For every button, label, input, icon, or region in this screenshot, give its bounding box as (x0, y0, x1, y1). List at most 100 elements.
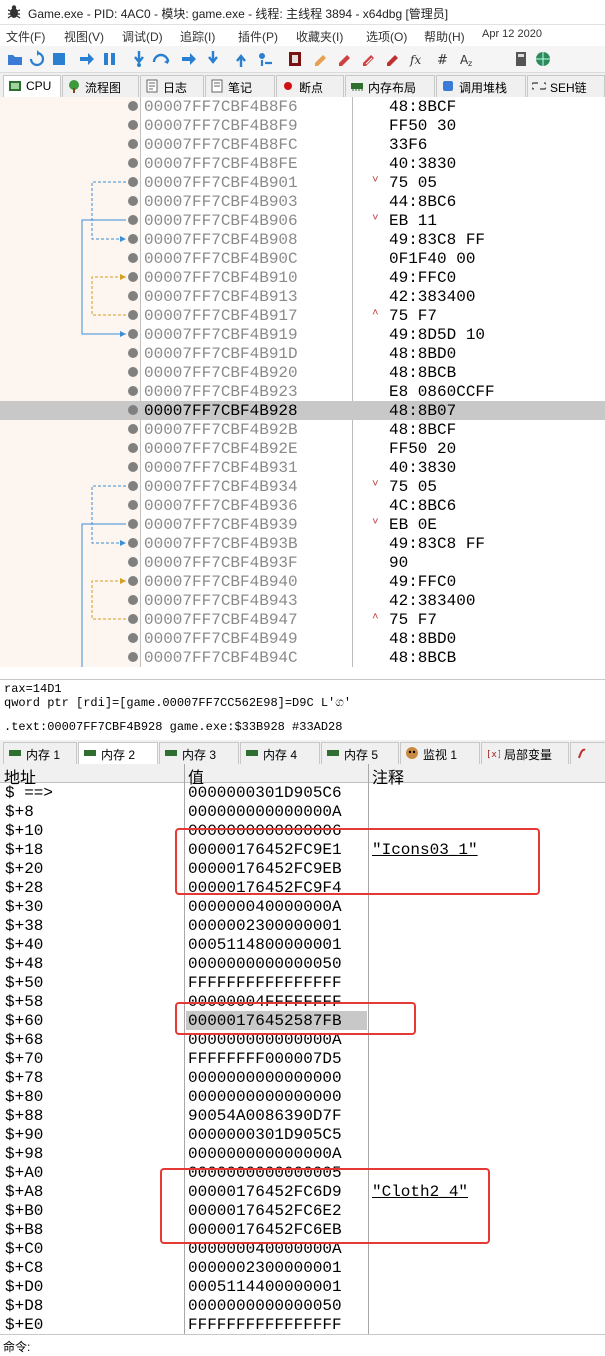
disasm-row[interactable]: 00007FF7CBF4B8F6 48:8BCF (0, 97, 605, 116)
tab-notes[interactable]: 笔记 (205, 75, 275, 97)
menu-help[interactable]: 帮助(H) (424, 28, 465, 45)
tab-call-stack[interactable]: 调用堆栈 (436, 75, 526, 97)
font-icon[interactable]: Az (458, 50, 476, 68)
disasm-row[interactable]: 00007FF7CBF4B943 42:383400 (0, 591, 605, 610)
dump-row[interactable]: $+38 0000002300000001 (0, 916, 605, 935)
breakpoint-dot-icon[interactable] (128, 538, 138, 548)
run-icon[interactable] (78, 50, 96, 68)
disasm-row[interactable]: 00007FF7CBF4B8FC 33F6 (0, 135, 605, 154)
breakpoint-dot-icon[interactable] (128, 424, 138, 434)
step-into-icon[interactable] (130, 50, 148, 68)
tab-memory-5[interactable]: 内存 5 (321, 742, 399, 764)
disasm-row[interactable]: 00007FF7CBF4B947 ˄ 75 F7 (0, 610, 605, 629)
breakpoint-dot-icon[interactable] (128, 329, 138, 339)
breakpoint-dot-icon[interactable] (128, 557, 138, 567)
disasm-row[interactable]: 00007FF7CBF4B93F 90 (0, 553, 605, 572)
open-icon[interactable] (6, 50, 24, 68)
menu-file[interactable]: 文件(F) (6, 28, 45, 45)
tab-memory-map[interactable]: 内存布局 (345, 75, 435, 97)
restart-icon[interactable] (28, 50, 46, 68)
disasm-row[interactable]: 00007FF7CBF4B913 42:383400 (0, 287, 605, 306)
dump-row[interactable]: $+D8 0000000000000050 (0, 1296, 605, 1315)
dump-row[interactable]: $+48 0000000000000050 (0, 954, 605, 973)
disasm-row[interactable]: 00007FF7CBF4B903 44:8BC6 (0, 192, 605, 211)
breakpoint-dot-icon[interactable] (128, 177, 138, 187)
pause-icon[interactable] (100, 50, 118, 68)
dump-row[interactable]: $+50 FFFFFFFFFFFFFFFF (0, 973, 605, 992)
disasm-row[interactable]: 00007FF7CBF4B923 E8 0860CCFF (0, 382, 605, 401)
breakpoint-dot-icon[interactable] (128, 595, 138, 605)
tab-memory-3[interactable]: 内存 3 (159, 742, 239, 764)
globe-icon[interactable] (534, 50, 552, 68)
breakpoint-dot-icon[interactable] (128, 253, 138, 263)
disasm-row[interactable]: 00007FF7CBF4B910 49:FFC0 (0, 268, 605, 287)
breakpoint-dot-icon[interactable] (128, 196, 138, 206)
disasm-row[interactable]: 00007FF7CBF4B940 49:FFC0 (0, 572, 605, 591)
disasm-row[interactable]: 00007FF7CBF4B8F9 FF50 30 (0, 116, 605, 135)
tab-graph[interactable]: 流程图 (62, 75, 139, 97)
breakpoint-dot-icon[interactable] (128, 576, 138, 586)
disasm-row[interactable]: 00007FF7CBF4B93B 49:83C8 FF (0, 534, 605, 553)
tab-log[interactable]: 日志 (140, 75, 204, 97)
dump-row[interactable]: $+88 90054A0086390D7F (0, 1106, 605, 1125)
disasm-row[interactable]: 00007FF7CBF4B908 49:83C8 FF (0, 230, 605, 249)
breakpoint-dot-icon[interactable] (128, 310, 138, 320)
dump-row[interactable]: $+30 000000040000000A (0, 897, 605, 916)
breakpoint-dot-icon[interactable] (128, 215, 138, 225)
breakpoint-dot-icon[interactable] (128, 367, 138, 377)
tab-locals[interactable]: [x] 局部变量 (481, 742, 569, 764)
breakpoint-dot-icon[interactable] (128, 481, 138, 491)
calculator-icon[interactable] (512, 50, 530, 68)
breakpoint-dot-icon[interactable] (128, 500, 138, 510)
disasm-row[interactable]: 00007FF7CBF4B906 ˅ EB 11 (0, 211, 605, 230)
dump-row[interactable]: $+80 0000000000000000 (0, 1087, 605, 1106)
menu-options[interactable]: 选项(O) (366, 28, 407, 45)
dump-row[interactable]: $+D0 0005114400000001 (0, 1277, 605, 1296)
breakpoint-dot-icon[interactable] (128, 462, 138, 472)
disasm-row[interactable]: 00007FF7CBF4B928 48:8B07 (0, 401, 605, 420)
trace-into-icon[interactable] (180, 50, 198, 68)
hash-icon[interactable]: # (434, 50, 452, 68)
breakpoint-dot-icon[interactable] (128, 519, 138, 529)
tab-memory-4[interactable]: 内存 4 (240, 742, 320, 764)
menu-debug[interactable]: 调试(D) (122, 28, 163, 45)
menu-trace[interactable]: 追踪(I) (180, 28, 215, 45)
disasm-row[interactable]: 00007FF7CBF4B949 48:8BD0 (0, 629, 605, 648)
disassembly-view[interactable]: 00007FF7CBF4B8F6 48:8BCF 00007FF7CBF4B8F9 F… (0, 97, 605, 667)
disasm-row[interactable]: 00007FF7CBF4B91D 48:8BD0 (0, 344, 605, 363)
breakpoint-dot-icon[interactable] (128, 101, 138, 111)
breakpoint-dot-icon[interactable] (128, 443, 138, 453)
breakpoint-dot-icon[interactable] (128, 272, 138, 282)
memory-dump-table[interactable]: 地址 值 注释 $ ==> 0000000301D905C6 $+8 00000000… (0, 764, 605, 1334)
disasm-row[interactable]: 00007FF7CBF4B934 ˅ 75 05 (0, 477, 605, 496)
disasm-row[interactable]: 00007FF7CBF4B92E FF50 20 (0, 439, 605, 458)
dump-row[interactable]: $+E0 FFFFFFFFFFFFFFFF (0, 1315, 605, 1334)
breakpoint-dot-icon[interactable] (128, 158, 138, 168)
dump-row[interactable]: $+78 0000000000000000 (0, 1068, 605, 1087)
function-icon[interactable] (384, 50, 402, 68)
execute-till-return-icon[interactable] (232, 50, 250, 68)
bookmark-icon[interactable] (360, 50, 378, 68)
fx-icon[interactable]: fx (408, 50, 426, 68)
breakpoint-dot-icon[interactable] (128, 614, 138, 624)
menu-view[interactable]: 视图(V) (64, 28, 104, 45)
dump-row[interactable]: $+98 000000000000000A (0, 1144, 605, 1163)
run-to-user-code-icon[interactable] (256, 50, 274, 68)
disasm-row[interactable]: 00007FF7CBF4B901 ˅ 75 05 (0, 173, 605, 192)
command-bar[interactable]: 命令: (0, 1334, 605, 1356)
step-over-icon[interactable] (152, 50, 170, 68)
dump-row[interactable]: $+40 0005114800000001 (0, 935, 605, 954)
patch-icon[interactable] (286, 50, 304, 68)
breakpoint-dot-icon[interactable] (128, 652, 138, 662)
dump-row[interactable]: $+8 000000000000000A (0, 802, 605, 821)
disasm-row[interactable]: 00007FF7CBF4B917 ˄ 75 F7 (0, 306, 605, 325)
tab-seh[interactable]: SEH链 (527, 75, 605, 97)
disasm-row[interactable]: 00007FF7CBF4B936 4C:8BC6 (0, 496, 605, 515)
disasm-row[interactable]: 00007FF7CBF4B919 49:8D5D 10 (0, 325, 605, 344)
trace-over-icon[interactable] (204, 50, 222, 68)
tab-watch-1[interactable]: 监视 1 (400, 742, 480, 764)
label-icon[interactable] (336, 50, 354, 68)
menu-favorites[interactable]: 收藏夹(I) (296, 28, 343, 45)
disasm-row[interactable]: 00007FF7CBF4B920 48:8BCB (0, 363, 605, 382)
tab-cpu[interactable]: CPU (3, 75, 61, 98)
